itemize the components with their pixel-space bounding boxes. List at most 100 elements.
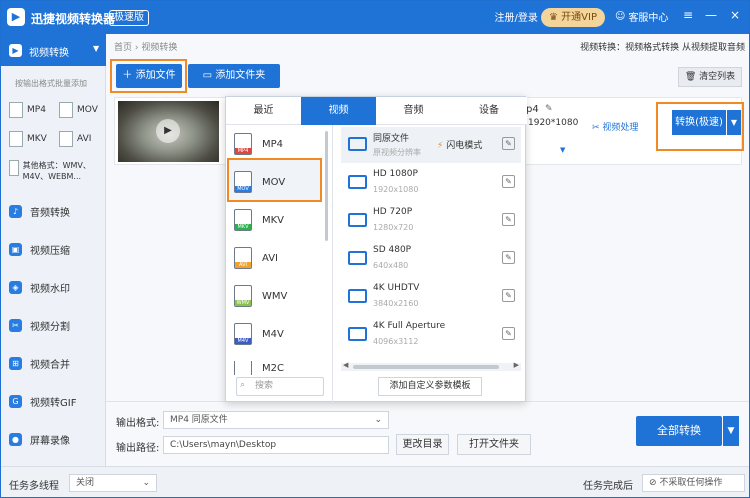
tab-audio[interactable]: 音频	[376, 97, 451, 125]
format-list: MP4 MP4 MOV MOV MKV MKV AVI AVI WMV WMV	[226, 125, 333, 403]
film-icon	[348, 175, 367, 189]
format-item-avi[interactable]: AVI AVI	[234, 247, 278, 269]
convert-all-options-arrow[interactable]: ▼	[723, 416, 739, 446]
service-center-link[interactable]: ☺ 客服中心	[615, 9, 668, 24]
sidebar-active-label: 视频转换	[29, 48, 69, 59]
format-label: WMV	[262, 290, 288, 302]
edit-icon[interactable]: ✎	[502, 213, 515, 226]
highlight-mov	[227, 158, 322, 202]
sidebar-item-record[interactable]: ● 屏幕录像	[9, 432, 70, 447]
close-button[interactable]: ×	[730, 8, 740, 22]
format-item-wmv[interactable]: WMV WMV	[234, 285, 287, 307]
service-label: 客服中心	[628, 13, 669, 24]
preset-sub: 3840x2160	[373, 299, 419, 308]
watermark-icon: ◈	[9, 281, 22, 294]
edit-icon[interactable]: ✎	[502, 137, 515, 150]
sidebar-item-label: 视频合并	[30, 360, 70, 371]
after-done-value: 不采取任何操作	[659, 478, 723, 488]
crown-icon: ♛	[549, 12, 558, 23]
format-item-m4v[interactable]: M4V M4V	[234, 323, 284, 345]
play-icon[interactable]: ▶	[156, 119, 180, 143]
sidebar-item-watermark[interactable]: ◈ 视频水印	[9, 280, 70, 295]
file-mp4-icon: MP4	[234, 133, 252, 155]
scroll-thumb[interactable]	[353, 365, 499, 369]
format-label: MKV	[262, 214, 285, 226]
minimize-button[interactable]: —	[705, 8, 717, 22]
preset-original[interactable]: 同原文件 原视频分辨率 ⚡ 闪电模式 ✎	[341, 127, 521, 163]
file-wmv-icon: WMV	[234, 285, 252, 307]
format-label: M4V	[262, 328, 284, 340]
format-item-mkv[interactable]: MKV MKV	[234, 209, 284, 231]
preset-hd1080[interactable]: HD 1080P 1920x1080 ✎	[341, 165, 521, 201]
format-dropdown-icon[interactable]: ▼	[560, 146, 565, 154]
tab-device[interactable]: 设备	[451, 97, 527, 125]
split-icon: ✂	[9, 319, 22, 332]
file-m4v-icon: M4V	[234, 323, 252, 345]
sidebar-item-video-convert[interactable]: ▶ 视频转换 ▼	[1, 34, 106, 66]
multi-thread-select[interactable]: 关闭 ⌄	[69, 474, 157, 492]
tab-video[interactable]: 视频	[301, 97, 376, 125]
format-search-input[interactable]: 搜索	[236, 377, 324, 396]
preset-4k-uhdtv[interactable]: 4K UHDTV 3840x2160 ✎	[341, 279, 521, 315]
clear-list-label: 清空列表	[699, 72, 736, 82]
film-icon	[348, 289, 367, 303]
quick-format-mov[interactable]: MOV	[59, 102, 98, 118]
menu-icon[interactable]: ≡	[683, 8, 693, 22]
video-process-button[interactable]: ✂ 视频处理	[592, 120, 638, 133]
clear-list-button[interactable]: 🗑 清空列表	[678, 67, 742, 87]
format-label: M2C	[262, 362, 284, 374]
preset-hd720[interactable]: HD 720P 1280x720 ✎	[341, 203, 521, 239]
add-folder-button[interactable]: ▭ 添加文件夹	[188, 64, 280, 88]
search-icon: ⌕	[240, 380, 246, 390]
add-folder-label: 添加文件夹	[215, 70, 266, 81]
quick-format-mkv[interactable]: MKV	[9, 131, 47, 147]
scroll-left-icon[interactable]: ◀	[343, 361, 348, 369]
quick-format-label: MP4	[27, 105, 46, 115]
sidebar-item-audio[interactable]: ♪ 音频转换	[9, 204, 70, 219]
file-m2c-icon	[234, 361, 252, 375]
film-icon	[348, 213, 367, 227]
format-item-m2c[interactable]: M2C	[234, 361, 284, 375]
sidebar-item-gif[interactable]: G 视频转GIF	[9, 394, 76, 409]
film-icon	[348, 251, 367, 265]
edit-icon[interactable]: ✎	[502, 251, 515, 264]
edit-icon[interactable]: ✎	[502, 175, 515, 188]
quick-format-mp4[interactable]: MP4	[9, 102, 46, 118]
quick-format-avi[interactable]: AVI	[59, 131, 91, 147]
other-formats-label: 其他格式：WMV、M4V、WEBM...	[22, 161, 91, 181]
tab-recent[interactable]: 最近	[226, 97, 301, 125]
preset-sd480[interactable]: SD 480P 640x480 ✎	[341, 241, 521, 277]
add-custom-template-button[interactable]: 添加自定义参数模板	[378, 377, 482, 396]
flash-icon: ⚡	[437, 141, 444, 151]
output-path-field[interactable]: C:\Users\mayn\Desktop	[163, 436, 389, 454]
edit-icon[interactable]: ✎	[502, 289, 515, 302]
app-logo-icon: ▶	[7, 8, 25, 26]
sidebar-item-merge[interactable]: ⊞ 视频合并	[9, 356, 70, 371]
video-thumbnail[interactable]: ▶	[118, 101, 219, 162]
vip-button[interactable]: ♛ 开通VIP	[541, 8, 605, 27]
format-list-scrollbar[interactable]	[325, 131, 328, 241]
edit-icon[interactable]: ✎	[502, 327, 515, 340]
quick-format-other[interactable]: 其他格式：WMV、M4V、WEBM...	[9, 160, 103, 182]
scroll-right-icon[interactable]: ▶	[514, 361, 519, 369]
sidebar-item-split[interactable]: ✂ 视频分割	[9, 318, 70, 333]
folder-icon: ▭	[202, 70, 213, 81]
file-mp4-icon	[9, 102, 23, 118]
film-icon	[348, 327, 367, 341]
login-link[interactable]: 👤 注册/登录	[479, 9, 538, 24]
vip-label: 开通VIP	[561, 12, 597, 23]
highlight-add-file	[110, 59, 187, 93]
sidebar-item-compress[interactable]: ▣ 视频压缩	[9, 242, 70, 257]
edit-pencil-icon[interactable]: ✎	[545, 104, 553, 114]
preset-hscrollbar[interactable]: ◀ ▶	[341, 361, 521, 371]
format-item-mp4[interactable]: MP4 MP4	[234, 133, 283, 155]
output-format-select[interactable]: MP4 同原文件 ⌄	[163, 411, 389, 429]
preset-title: HD 720P	[373, 207, 413, 217]
chevron-down-icon: ⌄	[374, 415, 382, 425]
preset-4k-full-aperture[interactable]: 4K Full Aperture 4096x3112 ✎	[341, 317, 521, 353]
video-process-label: 视频处理	[602, 123, 639, 133]
convert-all-button[interactable]: 全部转换	[636, 416, 722, 446]
open-folder-button[interactable]: 打开文件夹	[457, 434, 531, 455]
after-done-select[interactable]: ⊘ 不采取任何操作	[642, 474, 745, 492]
change-directory-button[interactable]: 更改目录	[396, 434, 449, 455]
